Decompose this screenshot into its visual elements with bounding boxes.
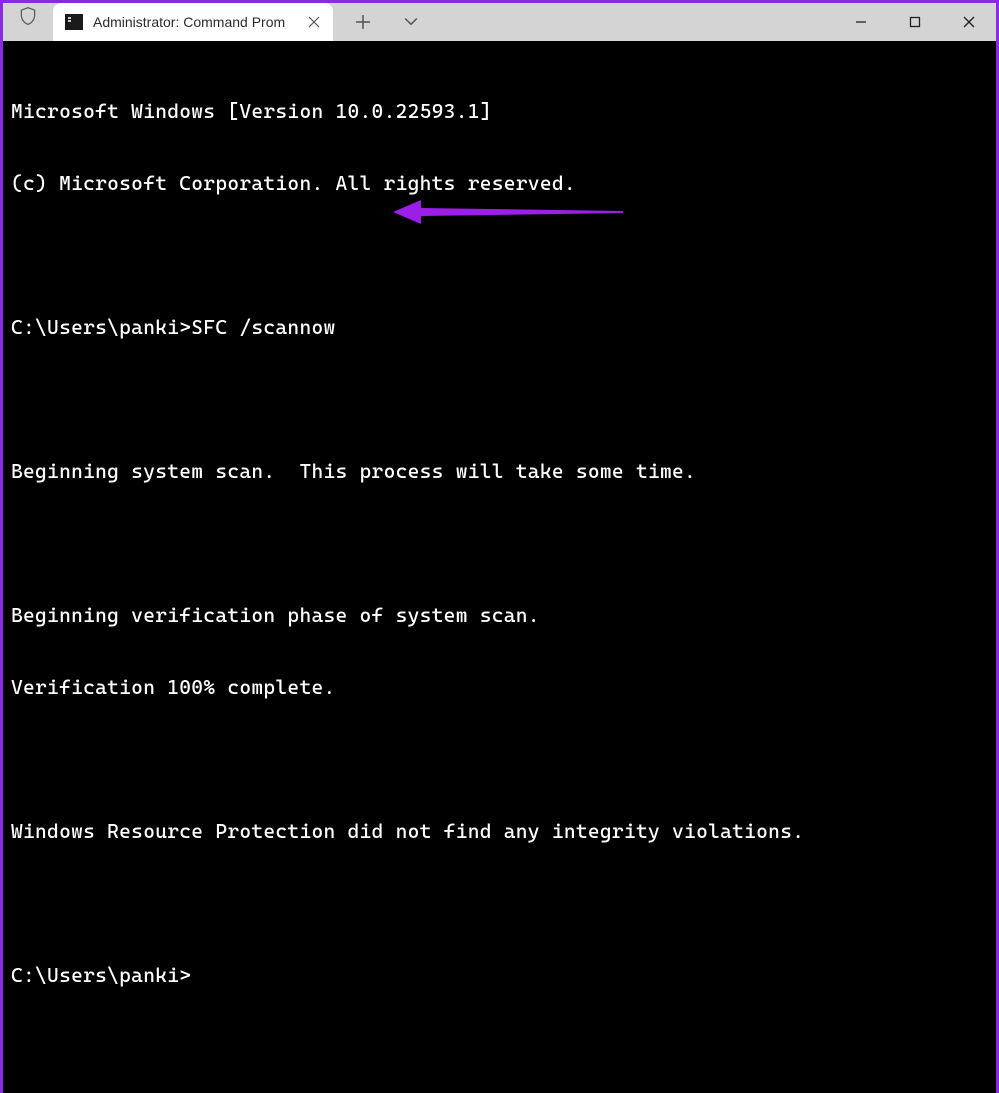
terminal-window: Administrator: Command Prom (3, 3, 996, 642)
active-tab[interactable]: Administrator: Command Prom (53, 3, 333, 41)
terminal-line: (c) Microsoft Corporation. All rights re… (11, 171, 988, 195)
terminal-output[interactable]: Microsoft Windows [Version 10.0.22593.1]… (3, 41, 996, 1093)
tabbar-buttons (353, 3, 421, 41)
new-tab-button[interactable] (353, 15, 373, 29)
terminal-line: Beginning verification phase of system s… (11, 603, 988, 627)
terminal-line (11, 747, 988, 771)
terminal-line: Verification 100% complete. (11, 675, 988, 699)
tab-title: Administrator: Command Prom (93, 14, 295, 30)
terminal-line: Beginning system scan. This process will… (11, 459, 988, 483)
terminal-line (11, 531, 988, 555)
minimize-button[interactable] (834, 3, 888, 41)
titlebar[interactable]: Administrator: Command Prom (3, 3, 996, 41)
terminal-line: C:\Users\panki> (11, 963, 988, 987)
cmd-icon (65, 14, 83, 30)
tab-dropdown-button[interactable] (401, 17, 421, 27)
close-tab-button[interactable] (305, 13, 323, 31)
terminal-line: Microsoft Windows [Version 10.0.22593.1] (11, 99, 988, 123)
terminal-line (11, 243, 988, 267)
window-controls (834, 3, 996, 41)
terminal-line: Windows Resource Protection did not find… (11, 819, 988, 843)
close-window-button[interactable] (942, 3, 996, 41)
terminal-line (11, 891, 988, 915)
terminal-line: C:\Users\panki>SFC /scannow (11, 315, 988, 339)
shield-icon (17, 5, 39, 27)
terminal-line (11, 387, 988, 411)
maximize-button[interactable] (888, 3, 942, 41)
